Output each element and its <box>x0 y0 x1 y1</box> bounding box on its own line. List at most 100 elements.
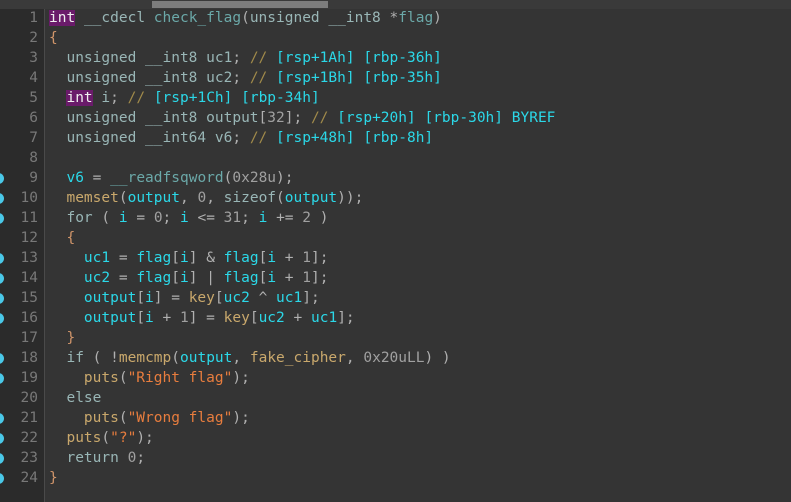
code-line[interactable]: 8 <box>0 148 791 168</box>
code-token: ]; <box>337 310 355 326</box>
code-line[interactable]: 3 unsigned __int8 uc1; // [rsp+1Ah] [rbp… <box>0 48 791 68</box>
code-token: [rsp+1Ah] [rbp-36h] <box>276 50 442 66</box>
code-line-text[interactable]: output[i] = key[uc2 ^ uc1]; <box>49 288 320 308</box>
code-line-text[interactable]: unsigned __int8 output[32]; // [rsp+20h]… <box>49 108 555 128</box>
code-token: { <box>49 30 58 46</box>
code-line[interactable]: 1 int __cdecl check_flag(unsigned __int8 … <box>0 8 791 28</box>
code-token: flag <box>136 250 172 266</box>
horizontal-scrollbar[interactable] <box>0 0 791 9</box>
code-token: // <box>127 90 154 106</box>
code-line[interactable]: 7 unsigned __int64 v6; // [rsp+48h] [rbp… <box>0 128 791 148</box>
code-token: )); <box>337 190 364 206</box>
code-line[interactable]: 9 v6 = __readfsqword(0x28u); <box>0 168 791 188</box>
code-line-text[interactable]: puts("Wrong flag"); <box>49 408 250 428</box>
code-token: ); <box>232 410 250 426</box>
code-token: ( <box>101 430 111 446</box>
code-line-text[interactable]: int i; // [rsp+1Ch] [rbp-34h] <box>49 88 320 108</box>
code-line-text[interactable]: unsigned __int8 uc1; // [rsp+1Ah] [rbp-3… <box>49 48 442 68</box>
code-token: flag <box>223 250 259 266</box>
code-token: 1 <box>302 250 311 266</box>
line-number: 8 <box>29 150 38 166</box>
code-line[interactable]: 14 uc2 = flag[i] | flag[i + 1]; <box>0 268 791 288</box>
code-line-text[interactable]: output[i + 1] = key[uc2 + uc1]; <box>49 308 355 328</box>
code-token: [rsp+1Ch] [rbp-34h] <box>153 90 320 106</box>
code-line-text[interactable]: memset(output, 0, sizeof(output)); <box>49 188 363 208</box>
line-number: 20 <box>20 390 38 406</box>
code-line[interactable]: 4 unsigned __int8 uc2; // [rsp+1Bh] [rbp… <box>0 68 791 88</box>
code-line-text[interactable]: puts("Right flag"); <box>49 368 250 388</box>
code-line[interactable]: 22 puts("?"); <box>0 428 791 448</box>
code-token: i <box>145 290 154 306</box>
code-token: 2 <box>302 210 311 226</box>
code-line-text[interactable]: uc1 = flag[i] & flag[i + 1]; <box>49 248 329 268</box>
code-line-text[interactable]: puts("?"); <box>49 428 153 448</box>
code-token: ]; <box>302 290 320 306</box>
code-line-text[interactable]: { <box>49 228 75 248</box>
code-token: uc2 <box>223 290 250 306</box>
code-line[interactable]: 20 else <box>0 388 791 408</box>
code-token: puts <box>83 370 119 386</box>
code-line-text[interactable]: for ( i = 0; i <= 31; i += 2 ) <box>49 208 328 228</box>
code-token: ^ <box>249 290 277 306</box>
code-line-text[interactable]: v6 = __readfsqword(0x28u); <box>49 168 293 188</box>
line-number: 4 <box>29 70 38 86</box>
code-line[interactable]: 10 memset(output, 0, sizeof(output)); <box>0 188 791 208</box>
code-line[interactable]: 23 return 0; <box>0 448 791 468</box>
code-token: __readfsqword <box>110 170 224 186</box>
code-line[interactable]: 15 output[i] = key[uc2 ^ uc1]; <box>0 288 791 308</box>
code-line-text[interactable]: if ( !memcmp(output, fake_cipher, 0x20uL… <box>49 348 450 368</box>
code-token: // <box>310 110 338 126</box>
code-token: unsigned __int8 <box>66 110 207 126</box>
code-token: v6 <box>214 130 233 146</box>
code-token: + <box>284 310 311 326</box>
code-token: "Right flag" <box>127 370 233 386</box>
code-token: [rsp+1Bh] [rbp-35h] <box>276 70 442 86</box>
code-token: [ <box>136 310 146 326</box>
code-token: = <box>110 270 137 286</box>
code-token: ( <box>83 350 111 366</box>
code-token: unsigned __int64 <box>66 130 215 146</box>
code-line-text[interactable]: } <box>49 468 58 488</box>
code-token: [ <box>214 290 224 306</box>
code-line-text[interactable]: } <box>49 328 75 348</box>
code-line[interactable]: 6 unsigned __int8 output[32]; // [rsp+20… <box>0 108 791 128</box>
code-token: ; <box>162 210 181 226</box>
code-line[interactable]: 21 puts("Wrong flag"); <box>0 408 791 428</box>
code-line-text[interactable]: { <box>49 28 58 48</box>
code-token: "?" <box>110 430 137 446</box>
code-line[interactable]: 13 uc1 = flag[i] & flag[i + 1]; <box>0 248 791 268</box>
code-line-text[interactable]: return 0; <box>49 448 145 468</box>
code-token: uc2 <box>83 270 111 286</box>
code-token: v6 <box>66 170 84 186</box>
code-line-text[interactable]: else <box>49 388 101 408</box>
code-line-text[interactable]: int __cdecl check_flag(unsigned __int8 *… <box>49 8 442 28</box>
code-line[interactable]: 24} <box>0 468 791 488</box>
code-line[interactable]: 17 } <box>0 328 791 348</box>
code-token: [ <box>258 250 268 266</box>
code-line-text[interactable]: uc2 = flag[i] | flag[i + 1]; <box>49 268 329 288</box>
code-line[interactable]: 18 if ( !memcmp(output, fake_cipher, 0x2… <box>0 348 791 368</box>
code-line[interactable]: 16 output[i + 1] = key[uc2 + uc1]; <box>0 308 791 328</box>
code-token: = <box>127 210 154 226</box>
code-line[interactable]: 2{ <box>0 28 791 48</box>
code-line[interactable]: 19 puts("Right flag"); <box>0 368 791 388</box>
code-line[interactable]: 12 { <box>0 228 791 248</box>
code-token: memset <box>66 190 119 206</box>
code-token: check_flag <box>153 10 242 26</box>
horizontal-scrollbar-thumb[interactable] <box>152 1 328 8</box>
code-view[interactable]: 1 int __cdecl check_flag(unsigned __int8 … <box>0 0 791 502</box>
code-token: i <box>101 90 111 106</box>
code-line[interactable]: 5 int i; // [rsp+1Ch] [rbp-34h] <box>0 88 791 108</box>
code-token: 32 <box>267 110 285 126</box>
code-line[interactable]: 11 for ( i = 0; i <= 31; i += 2 ) <box>0 208 791 228</box>
code-token: puts <box>66 430 102 446</box>
code-token: i <box>267 250 277 266</box>
code-token: sizeof <box>223 190 277 206</box>
code-line-text[interactable]: unsigned __int8 uc2; // [rsp+1Bh] [rbp-3… <box>49 68 442 88</box>
code-line-text[interactable]: unsigned __int64 v6; // [rsp+48h] [rbp-8… <box>49 128 433 148</box>
